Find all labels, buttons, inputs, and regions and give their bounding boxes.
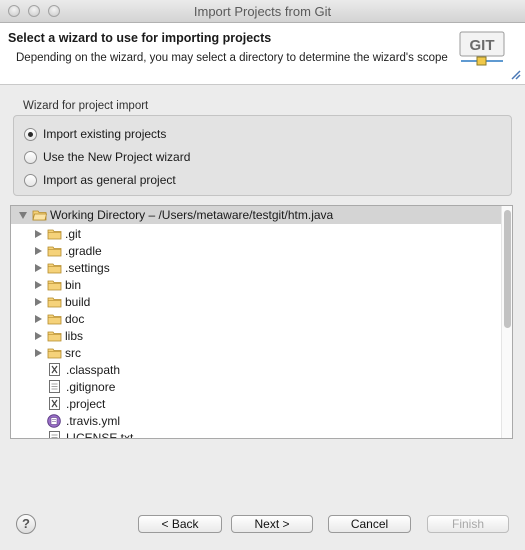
scrollbar-thumb[interactable] bbox=[504, 210, 511, 328]
text-file-icon bbox=[49, 431, 60, 438]
tree-item-label: .classpath bbox=[66, 362, 121, 377]
tree-item-folder[interactable]: build bbox=[35, 293, 90, 310]
window-title: Import Projects from Git bbox=[193, 4, 332, 19]
tree-item-folder[interactable]: bin bbox=[35, 276, 81, 293]
chevron-right-icon[interactable] bbox=[35, 246, 42, 255]
radio-label: Import as general project bbox=[43, 173, 176, 187]
tree-item-folder[interactable]: .settings bbox=[35, 259, 110, 276]
wizard-group-label: Wizard for project import bbox=[23, 100, 149, 112]
tree-item-folder[interactable]: src bbox=[35, 344, 81, 361]
x-file-icon bbox=[49, 397, 60, 410]
chevron-right-icon[interactable] bbox=[35, 314, 42, 323]
folder-icon bbox=[47, 314, 62, 324]
tree-root-label: Working Directory – /Users/metaware/test… bbox=[50, 208, 334, 222]
tree-item-label: .travis.yml bbox=[66, 413, 120, 428]
yml-file-icon bbox=[47, 413, 61, 428]
open-folder-icon bbox=[32, 210, 47, 221]
git-logo-icon: GIT bbox=[459, 31, 505, 66]
tree-scrollbar[interactable] bbox=[501, 206, 512, 438]
tree-item-folder[interactable]: .git bbox=[35, 225, 81, 242]
chevron-right-icon[interactable] bbox=[35, 297, 42, 306]
tree-item-file[interactable]: .project bbox=[49, 395, 105, 412]
text-file-icon bbox=[49, 380, 60, 393]
folder-icon bbox=[47, 229, 62, 239]
folder-icon bbox=[47, 280, 62, 290]
tree-item-label: libs bbox=[65, 328, 84, 343]
tree-item-file[interactable]: .gitignore bbox=[49, 378, 115, 395]
radio-button[interactable] bbox=[24, 173, 37, 187]
tree-item-label: doc bbox=[65, 311, 85, 326]
help-button[interactable]: ? bbox=[16, 514, 36, 534]
cancel-button[interactable]: Cancel bbox=[328, 515, 411, 533]
title-bar: Import Projects from Git bbox=[0, 0, 525, 23]
folder-icon bbox=[47, 263, 62, 273]
chevron-right-icon[interactable] bbox=[35, 331, 42, 340]
page-description: Depending on the wizard, you may select … bbox=[16, 52, 448, 64]
folder-icon bbox=[47, 297, 62, 307]
tree-item-folder[interactable]: .gradle bbox=[35, 242, 102, 259]
tree-item-label: bin bbox=[65, 277, 82, 292]
folder-icon bbox=[47, 348, 62, 358]
folder-icon bbox=[47, 246, 62, 256]
folder-icon bbox=[47, 331, 62, 341]
tree-item-folder[interactable]: doc bbox=[35, 310, 84, 327]
tree-item-label: .gradle bbox=[65, 243, 102, 258]
tree-item-label: src bbox=[65, 345, 81, 360]
chevron-right-icon[interactable] bbox=[35, 229, 42, 238]
next-button[interactable]: Next > bbox=[231, 515, 313, 533]
wizard-header: Select a wizard to use for importing pro… bbox=[0, 23, 525, 85]
radio-button-selected[interactable] bbox=[24, 127, 37, 141]
tree-item-label: .project bbox=[66, 396, 106, 411]
radio-button[interactable] bbox=[24, 150, 37, 164]
radio-new-project-wizard[interactable]: Use the New Project wizard bbox=[24, 148, 190, 166]
tree-item-label: LICENSE.txt bbox=[66, 430, 134, 439]
tree-item-file[interactable]: .classpath bbox=[49, 361, 120, 378]
tree-item-label: .git bbox=[65, 226, 82, 241]
tree-root-row[interactable]: Working Directory – /Users/metaware/test… bbox=[11, 206, 501, 224]
chevron-right-icon[interactable] bbox=[35, 348, 42, 357]
chevron-right-icon[interactable] bbox=[35, 263, 42, 272]
page-title: Select a wizard to use for importing pro… bbox=[8, 31, 272, 45]
tree-item-file[interactable]: .travis.yml bbox=[47, 412, 120, 429]
tree-item-label: build bbox=[65, 294, 91, 309]
radio-general-project[interactable]: Import as general project bbox=[24, 171, 176, 189]
back-button[interactable]: < Back bbox=[138, 515, 222, 533]
tree-item-file[interactable]: LICENSE.txt bbox=[49, 429, 134, 439]
resize-grip-icon bbox=[511, 70, 521, 80]
tree-item-folder[interactable]: libs bbox=[35, 327, 83, 344]
chevron-down-icon[interactable] bbox=[19, 211, 27, 219]
radio-label: Import existing projects bbox=[43, 127, 167, 141]
radio-label: Use the New Project wizard bbox=[43, 150, 191, 164]
x-file-icon bbox=[49, 363, 60, 376]
chevron-right-icon[interactable] bbox=[35, 280, 42, 289]
git-logo-text: GIT bbox=[470, 37, 495, 54]
radio-import-existing[interactable]: Import existing projects bbox=[24, 125, 166, 143]
working-directory-tree[interactable]: Working Directory – /Users/metaware/test… bbox=[10, 205, 513, 439]
tree-item-label: .settings bbox=[65, 260, 110, 275]
wizard-options-group: Import existing projects Use the New Pro… bbox=[13, 115, 512, 196]
tree-item-label: .gitignore bbox=[66, 379, 116, 394]
finish-button[interactable]: Finish bbox=[427, 515, 509, 533]
